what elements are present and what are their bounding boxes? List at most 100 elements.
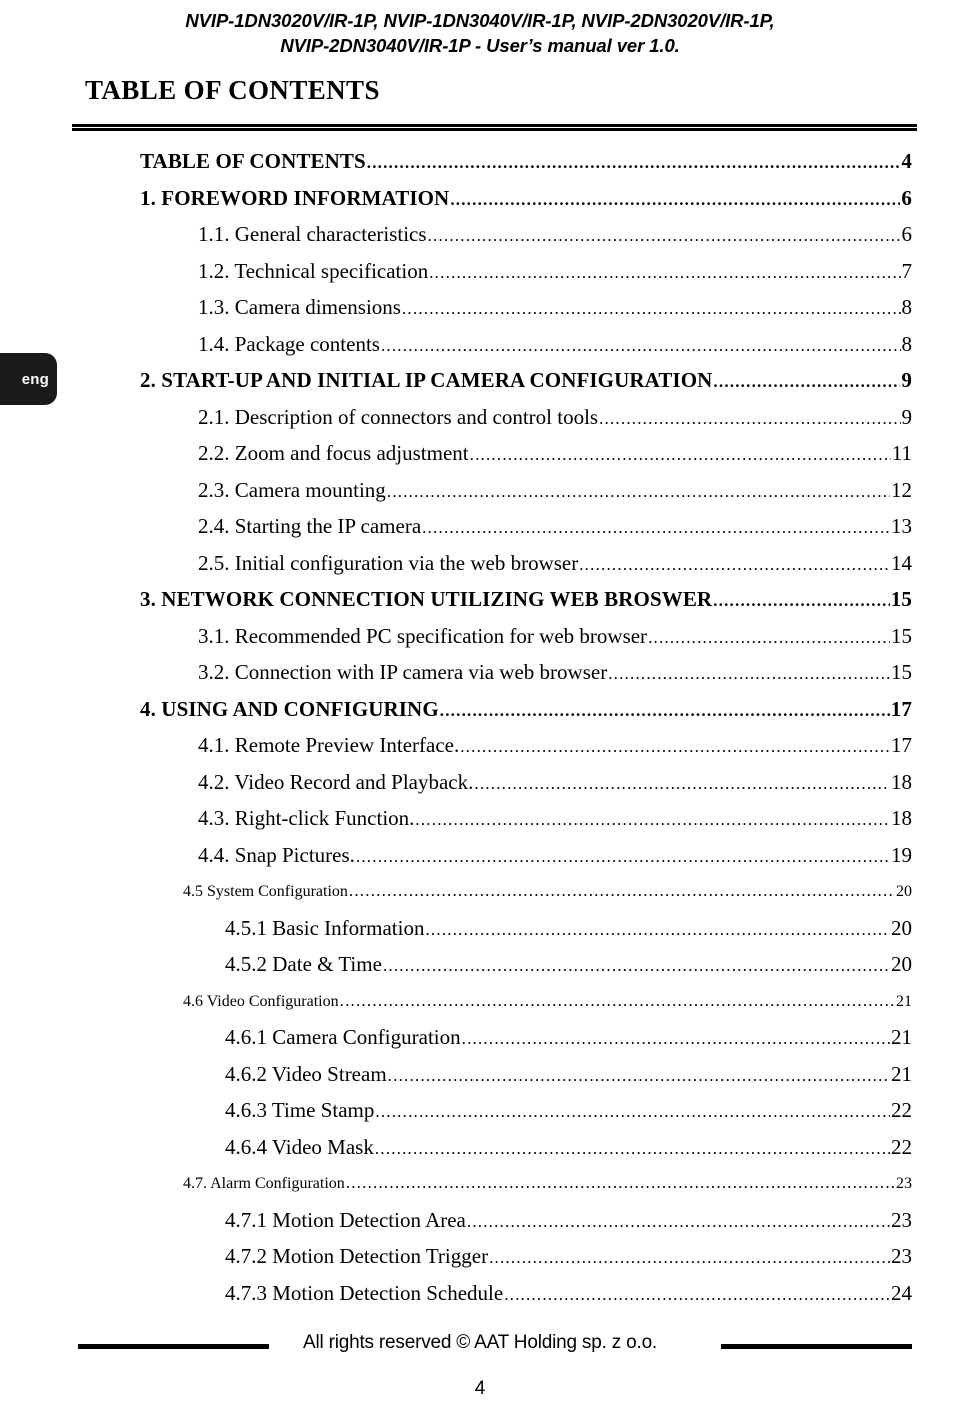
toc-dot-leader: ........................................… (466, 1211, 890, 1231)
toc-entry-label: 4.4. Snap Pictures. (198, 842, 355, 867)
toc-dot-leader: ........................................… (599, 408, 900, 428)
toc-entry-page-number: 18 (891, 806, 912, 830)
toc-entry[interactable]: 4.7. Alarm Configuration ...............… (0, 1165, 960, 1202)
toc-entry[interactable]: 4.6.4 Video Mask .......................… (0, 1129, 960, 1166)
toc-entry-label: 4.2. Video Record and Playback. (198, 769, 474, 794)
toc-entry-label: 1. FOREWORD INFORMATION (140, 185, 450, 210)
header-line-2: NVIP-2DN3040V/IR-1P - User’s manual ver … (280, 35, 680, 56)
toc-entry-page-number: 21 (891, 1061, 912, 1086)
toc-entry-page-number: 12 (891, 477, 912, 502)
toc-dot-leader: ........................................… (450, 189, 900, 209)
toc-dot-leader: ........................................… (608, 664, 890, 683)
toc-entry[interactable]: 1.2. Technical specification ...........… (0, 253, 960, 290)
toc-entry-label: TABLE OF CONTENTS (140, 149, 366, 173)
toc-dot-leader: ........................................… (439, 700, 890, 720)
toc-entry-page-number: 23 (891, 1207, 912, 1232)
toc-entry[interactable]: 1. FOREWORD INFORMATION.................… (0, 180, 960, 217)
toc-entry[interactable]: 4.6.1 Camera Configuration..............… (0, 1019, 960, 1056)
toc-entry[interactable]: 2. START-UP AND INITIAL IP CAMERA CONFIG… (0, 362, 960, 399)
toc-dot-leader: ........................................… (429, 262, 900, 282)
toc-entry-page-number: 20 (891, 915, 912, 940)
toc-entry-label: 4.7.1 Motion Detection Area (225, 1207, 466, 1232)
toc-dot-leader: ........................................… (355, 846, 890, 866)
toc-entry-label: 3.1. Recommended PC specification for we… (198, 623, 648, 648)
toc-entry-page-number: 15 (891, 660, 912, 684)
toc-entry[interactable]: 2.5. Initial configuration via the web b… (0, 545, 960, 582)
toc-entry-label: 4.5.2 Date & Time (225, 952, 382, 976)
toc-entry[interactable]: 1.3. Camera dimensions .................… (0, 289, 960, 326)
toc-entry-label: 3. NETWORK CONNECTION UTILIZING WEB BROS… (140, 587, 713, 611)
toc-dot-leader: ........................................… (374, 1138, 890, 1158)
toc-entry-page-number: 19 (891, 842, 912, 867)
toc-entry[interactable]: 2.4. Starting the IP camera.............… (0, 508, 960, 545)
toc-entry[interactable]: 4.4. Snap Pictures. ....................… (0, 837, 960, 874)
toc-entry[interactable]: 4.5 System Configuration................… (0, 873, 960, 910)
toc-entry-label: 4.6.1 Camera Configuration (225, 1025, 461, 1049)
toc-entry[interactable]: 4.7.3 Motion Detection Schedule.........… (0, 1275, 960, 1312)
toc-dot-leader: ........................................… (579, 554, 890, 574)
toc-entry-label: 4.6 Video Configuration (183, 992, 339, 1010)
toc-entry[interactable]: 4.6.3 Time Stamp........................… (0, 1092, 960, 1129)
toc-dot-leader: ........................................… (348, 881, 895, 900)
toc-dot-leader: ........................................… (489, 1248, 890, 1267)
toc-entry-page-number: 4 (901, 149, 912, 173)
toc-entry[interactable]: 2.1. Description of connectors and contr… (0, 399, 960, 436)
toc-entry-label: 1.1. General characteristics (198, 222, 427, 246)
toc-entry-label: 1.3. Camera dimensions (198, 295, 401, 319)
toc-entry[interactable]: 4.1. Remote Preview Interface. .........… (0, 727, 960, 764)
toc-entry-page-number: 15 (890, 587, 912, 611)
toc-entry-page-number: 17 (890, 696, 912, 721)
toc-entry[interactable]: 4.5.2 Date & Time.......................… (0, 946, 960, 983)
toc-dot-leader: ........................................… (461, 1029, 890, 1048)
toc-entry-label: 4.6.4 Video Mask (225, 1134, 374, 1159)
toc-entry-label: 4.6.2 Video Stream (225, 1061, 387, 1086)
toc-entry-page-number: 8 (901, 295, 913, 319)
toc-entry[interactable]: 4. USING AND CONFIGURING................… (0, 691, 960, 728)
toc-entry-page-number: 20 (891, 952, 912, 976)
toc-entry-label: 3.2. Connection with IP camera via web b… (198, 660, 608, 684)
toc-dot-leader: ........................................… (339, 990, 895, 1010)
title-divider (72, 124, 917, 131)
toc-entry-page-number: 9 (901, 404, 913, 429)
toc-entry[interactable]: 3. NETWORK CONNECTION UTILIZING WEB BROS… (0, 581, 960, 618)
table-of-contents-list: TABLE OF CONTENTS.......................… (0, 143, 960, 1311)
toc-entry-label: 2.2. Zoom and focus adjustment (198, 441, 469, 465)
toc-entry-page-number: 11 (891, 441, 912, 465)
toc-entry[interactable]: 2.2. Zoom and focus adjustment..........… (0, 435, 960, 472)
toc-entry[interactable]: 4.5.1 Basic Information.................… (0, 910, 960, 947)
toc-entry[interactable]: 3.2. Connection with IP camera via web b… (0, 654, 960, 691)
toc-entry-label: 4.6.3 Time Stamp (225, 1098, 375, 1122)
toc-entry[interactable]: 4.7.1 Motion Detection Area.............… (0, 1202, 960, 1239)
toc-entry-page-number: 9 (901, 368, 912, 392)
toc-entry[interactable]: 4.7.2 Motion Detection Trigger .........… (0, 1238, 960, 1275)
toc-dot-leader: ........................................… (375, 1102, 890, 1121)
toc-entry-label: 2.3. Camera mounting (198, 477, 386, 502)
toc-entry[interactable]: TABLE OF CONTENTS.......................… (0, 143, 960, 180)
toc-dot-leader: ........................................… (427, 226, 901, 245)
toc-entry[interactable]: 4.6 Video Configuration.................… (0, 983, 960, 1020)
toc-entry[interactable]: 2.3. Camera mounting ...................… (0, 472, 960, 509)
toc-dot-leader: ........................................… (504, 1284, 890, 1304)
toc-entry-label: 4. USING AND CONFIGURING (140, 696, 439, 721)
toc-entry-label: 4.7. Alarm Configuration (183, 1175, 345, 1192)
toc-dot-leader: ........................................… (469, 445, 891, 464)
toc-entry-label: 4.1. Remote Preview Interface. (198, 733, 460, 757)
toc-entry-label: 4.5 System Configuration (183, 883, 348, 900)
toc-entry[interactable]: 4.3. Right-click Function...............… (0, 800, 960, 837)
toc-entry[interactable]: 4.2. Video Record and Playback. ........… (0, 764, 960, 801)
toc-entry[interactable]: 4.6.2 Video Stream......................… (0, 1056, 960, 1093)
toc-entry[interactable]: 1.1. General characteristics............… (0, 216, 960, 253)
toc-entry-page-number: 24 (891, 1280, 912, 1305)
toc-entry[interactable]: 1.4. Package contents...................… (0, 326, 960, 363)
toc-entry-page-number: 23 (891, 1244, 912, 1268)
toc-entry-page-number: 17 (891, 733, 912, 757)
toc-entry-page-number: 7 (901, 258, 913, 283)
toc-entry-page-number: 18 (891, 769, 912, 794)
toc-dot-leader: ........................................… (713, 372, 901, 391)
toc-entry[interactable]: 3.1. Recommended PC specification for we… (0, 618, 960, 655)
toc-dot-leader: ........................................… (460, 737, 890, 756)
toc-entry-page-number: 21 (896, 992, 912, 1010)
header-line-1: NVIP-1DN3020V/IR-1P, NVIP-1DN3040V/IR-1P… (185, 10, 775, 31)
toc-dot-leader: ........................................… (366, 153, 901, 172)
toc-dot-leader: ........................................… (387, 1065, 890, 1085)
